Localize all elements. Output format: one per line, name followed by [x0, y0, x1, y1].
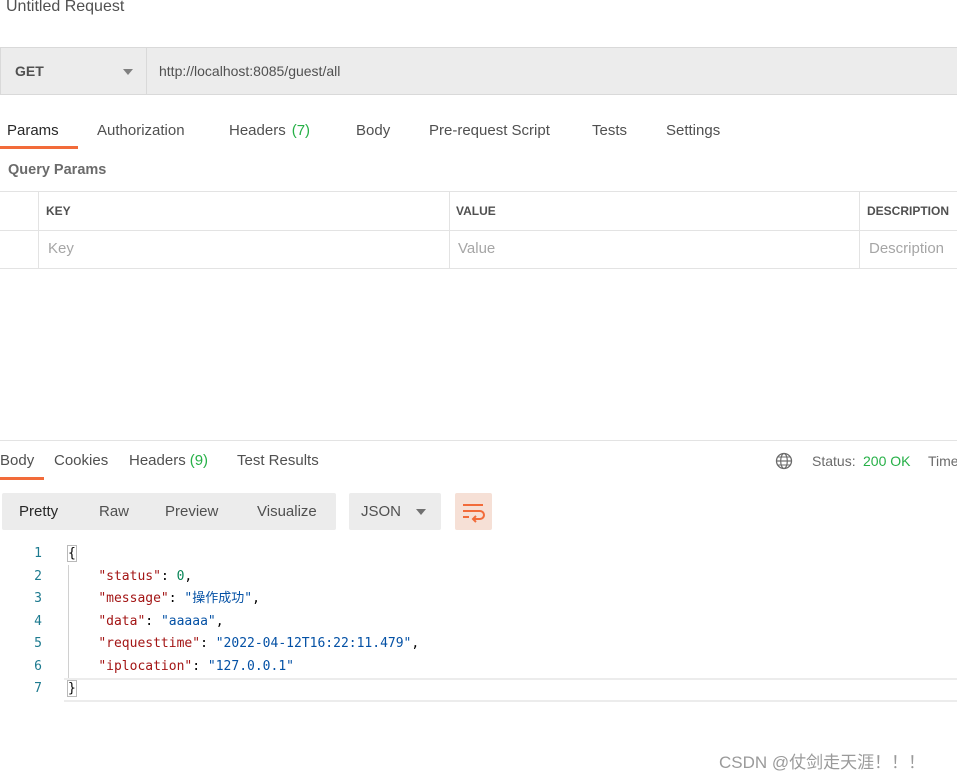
json-key: "status" [98, 568, 161, 584]
tab-label: Headers [129, 452, 186, 469]
method-label: GET [15, 63, 44, 79]
tab-pre-request-script[interactable]: Pre-request Script [429, 112, 550, 150]
response-tab-test-results[interactable]: Test Results [237, 450, 319, 472]
view-raw-button[interactable]: Raw [99, 493, 129, 530]
json-comma: , [215, 613, 224, 629]
tab-count: (9) [189, 452, 209, 469]
code-line: "requesttime": "2022-04-12T16:22:11.479"… [98, 636, 420, 651]
column-header-key: KEY [46, 204, 71, 218]
json-open-brace: { [67, 545, 77, 562]
tab-label: Body [0, 452, 35, 469]
tab-label: Headers [229, 122, 286, 139]
tab-label: Tests [592, 122, 628, 139]
watermark: CSDN @仗剑走天涯！！！ [719, 753, 926, 772]
description-input[interactable]: Description [869, 230, 944, 268]
query-params-title: Query Params [8, 162, 107, 178]
column-divider [859, 192, 860, 269]
json-comma: , [184, 568, 193, 584]
active-tab-indicator [0, 146, 78, 149]
tab-params[interactable]: Params [7, 112, 59, 150]
line-number: 2 [34, 568, 42, 584]
code-line: "data": "aaaaa", [98, 613, 224, 629]
json-close-brace: } [67, 680, 77, 697]
chevron-down-icon [123, 69, 133, 75]
globe-icon[interactable] [775, 452, 793, 470]
wrap-lines-button[interactable] [455, 493, 492, 530]
column-divider [38, 192, 39, 269]
request-title[interactable]: Untitled Request [6, 0, 124, 16]
line-number: 3 [34, 591, 42, 606]
current-line-highlight [64, 678, 957, 702]
method-select[interactable]: GET [1, 48, 147, 94]
json-value: "aaaaa" [160, 613, 216, 629]
json-key: "message" [98, 591, 169, 606]
column-header-value: VALUE [456, 204, 496, 218]
value-input[interactable]: Value [458, 230, 495, 268]
url-input[interactable] [159, 48, 939, 94]
json-comma: , [411, 636, 420, 651]
view-preview-button[interactable]: Preview [165, 493, 218, 530]
code-line: } [67, 678, 77, 701]
tab-label: Test Results [237, 452, 319, 469]
code-line: "iplocation": "127.0.0.1" [98, 658, 294, 674]
view-visualize-button[interactable]: Visualize [257, 493, 317, 530]
active-response-tab-indicator [0, 477, 44, 480]
json-value: "127.0.0.1" [207, 658, 294, 674]
tab-count: (7) [291, 122, 311, 139]
line-number: 4 [34, 613, 42, 629]
status-label: Status: [812, 453, 856, 469]
view-mode-group: Pretty Raw Preview Visualize [2, 493, 336, 530]
line-number: 7 [34, 681, 42, 696]
tab-label: Settings [666, 122, 721, 139]
tab-body[interactable]: Body [356, 112, 390, 150]
code-line: { [67, 543, 77, 566]
code-line: "status": 0, [98, 568, 193, 584]
line-number: 5 [34, 636, 42, 651]
line-number: 6 [34, 658, 42, 674]
params-table: KEY VALUE DESCRIPTION Key Value Descript… [0, 191, 957, 269]
json-comma: , [252, 591, 260, 606]
json-key: "iplocation" [98, 658, 193, 674]
json-key: "requesttime" [98, 636, 201, 651]
response-tab-headers[interactable]: Headers (9) [129, 450, 208, 472]
tab-settings[interactable]: Settings [666, 112, 720, 150]
tab-tests[interactable]: Tests [592, 112, 627, 150]
tab-label: Pre-request Script [429, 122, 550, 139]
wrap-lines-icon [463, 504, 485, 523]
key-input[interactable]: Key [48, 230, 74, 268]
format-select[interactable]: JSON [349, 493, 441, 530]
tab-label: Params [7, 122, 59, 139]
response-tab-cookies[interactable]: Cookies [54, 450, 108, 472]
tab-headers[interactable]: Headers (7) [229, 112, 310, 150]
column-header-description: DESCRIPTION [867, 204, 950, 218]
status-value[interactable]: 200 OK [863, 450, 910, 472]
view-pretty-button[interactable]: Pretty [19, 493, 58, 530]
json-value: "操作成功" [184, 591, 253, 606]
tab-label: Body [356, 122, 391, 139]
response-divider [0, 440, 957, 441]
tab-label: Cookies [54, 452, 109, 469]
json-key: "data" [98, 613, 146, 629]
column-divider [449, 192, 450, 269]
tab-label: Authorization [97, 122, 185, 139]
tab-authorization[interactable]: Authorization [97, 112, 185, 150]
response-tab-body[interactable]: Body [0, 450, 34, 472]
chevron-down-icon [416, 509, 426, 515]
time-label: Time [928, 453, 957, 469]
code-line: "message": "操作成功", [98, 591, 260, 606]
json-value: "2022-04-12T16:22:11.479" [215, 636, 412, 651]
line-number: 1 [34, 546, 42, 561]
url-bar: GET [0, 47, 957, 95]
format-label: JSON [361, 503, 402, 520]
